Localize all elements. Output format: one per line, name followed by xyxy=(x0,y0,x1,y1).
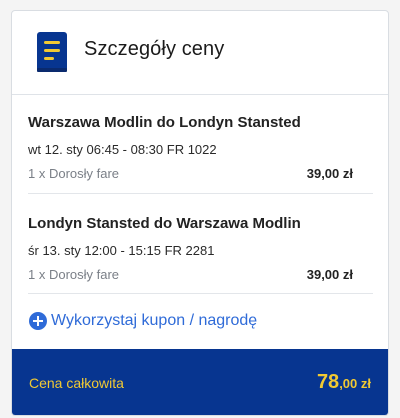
fare-price: 39,00 zł xyxy=(306,166,353,181)
total-price-label: Cena całkowita xyxy=(29,375,124,391)
fare-price: 39,00 zł xyxy=(306,267,353,282)
page-title: Szczegóły ceny xyxy=(84,38,225,60)
flight-return: Londyn Stansted do Warszawa Modlin śr 13… xyxy=(28,196,373,294)
price-details-card: Szczegóły ceny Warszawa Modlin do Londyn… xyxy=(11,10,389,416)
price-details-header: Szczegóły ceny xyxy=(12,11,388,95)
fare-label: 1 x Dorosły fare xyxy=(28,267,120,282)
total-price-decimal: ,00 xyxy=(339,376,358,391)
coupon-link-label[interactable]: Wykorzystaj kupon / nagrodę xyxy=(51,312,257,330)
total-price-main: 78 xyxy=(316,371,340,393)
total-price-amount: 78,00 zł xyxy=(317,371,371,394)
receipt-book-icon xyxy=(37,32,67,72)
flight-times: wt 12. sty 06:45 - 08:30 FR 1022 xyxy=(28,142,217,157)
total-price-currency: zł xyxy=(357,376,371,391)
flight-outbound: Warszawa Modlin do Londyn Stansted wt 12… xyxy=(28,95,373,194)
plus-circle-icon[interactable] xyxy=(29,312,47,330)
flight-route: Warszawa Modlin do Londyn Stansted xyxy=(28,114,301,131)
flight-times: śr 13. sty 12:00 - 15:15 FR 2281 xyxy=(28,243,215,258)
total-price-bar: Cena całkowita 78,00 zł xyxy=(12,349,388,415)
flight-route: Londyn Stansted do Warszawa Modlin xyxy=(28,215,301,232)
use-coupon-link[interactable]: Wykorzystaj kupon / nagrodę xyxy=(29,312,257,330)
fare-label: 1 x Dorosły fare xyxy=(28,166,120,181)
